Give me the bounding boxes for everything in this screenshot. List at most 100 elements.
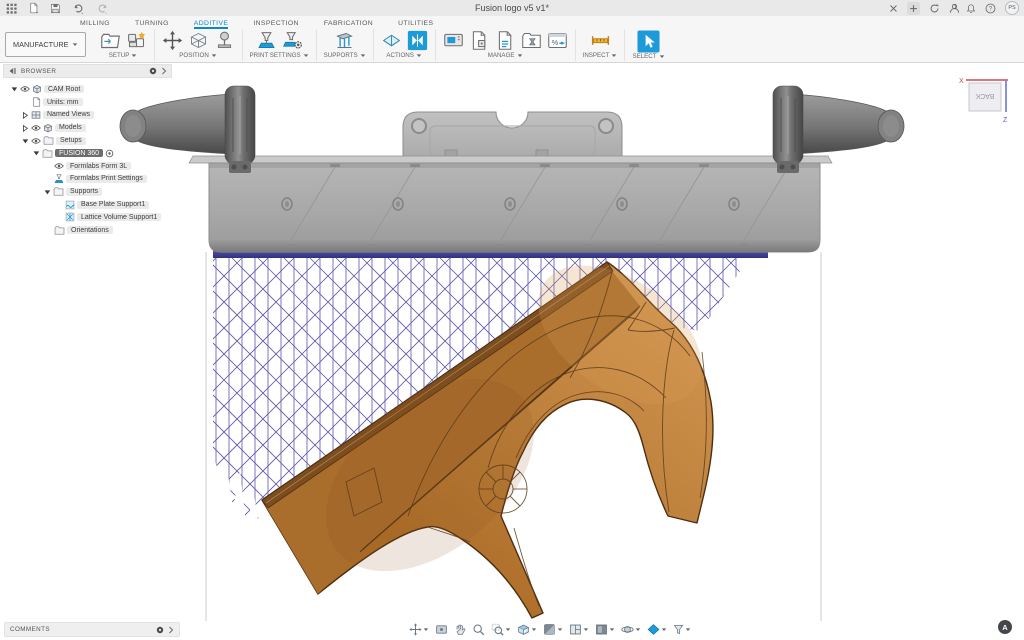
machine-library-icon[interactable] bbox=[443, 30, 464, 51]
pan-arrows-icon[interactable] bbox=[409, 623, 422, 636]
setup-machine-icon[interactable] bbox=[126, 30, 147, 51]
views-icon[interactable] bbox=[31, 110, 41, 120]
percent-window-icon[interactable]: % bbox=[547, 30, 568, 51]
browser-header[interactable]: BROWSER bbox=[3, 64, 172, 78]
layout-grid-icon[interactable] bbox=[569, 623, 582, 636]
avatar[interactable]: PS bbox=[1005, 1, 1019, 15]
look-at-icon[interactable] bbox=[435, 623, 448, 636]
nav-tool[interactable] bbox=[434, 622, 449, 637]
expand-chevron-icon[interactable] bbox=[161, 67, 167, 75]
nav-tool[interactable] bbox=[516, 622, 538, 637]
generate-book-icon[interactable] bbox=[381, 30, 402, 51]
tri-down-icon[interactable] bbox=[21, 137, 29, 145]
tri-down-icon[interactable] bbox=[32, 149, 40, 157]
printer-icon[interactable] bbox=[54, 174, 64, 184]
support-structure-icon[interactable] bbox=[334, 30, 355, 51]
selection-filter-icon[interactable] bbox=[673, 623, 684, 636]
folder-icon[interactable] bbox=[54, 226, 65, 235]
tri-right-icon[interactable] bbox=[21, 124, 29, 132]
orbit-icon[interactable] bbox=[621, 623, 634, 636]
toolbar-group-label[interactable]: MANAGE bbox=[488, 52, 523, 59]
build-platform[interactable] bbox=[120, 86, 904, 252]
browser-tree-row[interactable]: FUSION 360 bbox=[0, 147, 175, 160]
measure-ruler-icon[interactable] bbox=[590, 30, 611, 51]
feedback-badge[interactable]: A bbox=[998, 620, 1012, 634]
nav-tool[interactable] bbox=[672, 622, 692, 637]
manufacture-dropdown[interactable]: MANUFACTURE bbox=[5, 32, 86, 57]
browser-tree-row[interactable]: Base Plate Support1 bbox=[0, 198, 175, 211]
eye-icon[interactable] bbox=[54, 162, 64, 170]
browser-tree-row[interactable]: Orientations bbox=[0, 224, 175, 237]
notifications-icon[interactable] bbox=[966, 3, 976, 14]
zoom-magnifier-icon[interactable] bbox=[472, 623, 485, 636]
tri-right-icon[interactable] bbox=[21, 111, 29, 119]
collaborators[interactable]: 1 bbox=[949, 3, 957, 14]
nav-tool[interactable] bbox=[646, 622, 668, 637]
eye-icon[interactable] bbox=[31, 137, 41, 145]
eye-icon[interactable] bbox=[31, 124, 41, 132]
eye-icon[interactable] bbox=[20, 85, 30, 93]
browser-tree-row[interactable]: Supports bbox=[0, 185, 175, 198]
tri-down-icon[interactable] bbox=[10, 85, 18, 93]
tri-down-icon[interactable] bbox=[43, 188, 51, 196]
toolbar-group-label[interactable]: ACTIONS bbox=[386, 52, 422, 59]
simulate-slice-icon[interactable] bbox=[407, 30, 428, 51]
nav-tool[interactable] bbox=[471, 622, 486, 637]
support-base-icon[interactable] bbox=[65, 200, 75, 210]
toolbar-group-label[interactable]: POSITION bbox=[179, 52, 217, 59]
settings-dot-icon[interactable] bbox=[149, 67, 157, 75]
toolbar-group-label[interactable]: SELECT bbox=[632, 53, 664, 60]
viewports-icon[interactable] bbox=[595, 623, 608, 636]
move-arrows-icon[interactable] bbox=[162, 30, 183, 51]
nav-tool[interactable] bbox=[568, 622, 590, 637]
folder-icon[interactable] bbox=[53, 187, 64, 196]
toolbar-group-label[interactable]: INSPECT bbox=[583, 52, 618, 59]
select-cursor-icon[interactable] bbox=[637, 30, 660, 53]
expand-chevron-icon[interactable] bbox=[168, 626, 174, 634]
nav-tool[interactable] bbox=[594, 622, 616, 637]
nav-tool[interactable] bbox=[408, 622, 430, 637]
minimize-height-icon[interactable] bbox=[214, 30, 235, 51]
browser-tree-row[interactable]: Units: mm bbox=[0, 96, 175, 109]
nav-tool[interactable] bbox=[490, 622, 512, 637]
workspace-tab[interactable]: ADDITIVE bbox=[194, 20, 229, 29]
toolbar-group-label[interactable]: PRINT SETTINGS bbox=[250, 52, 309, 59]
pan-hand-icon[interactable] bbox=[454, 623, 466, 636]
browser-tree-row[interactable]: Formlabs Form 3L bbox=[0, 160, 175, 173]
workspace-tab[interactable]: FABRICATION bbox=[324, 20, 373, 29]
workspace-tab[interactable]: TURNING bbox=[135, 20, 169, 29]
work-plane-icon[interactable] bbox=[647, 623, 660, 636]
toolbar-group-label[interactable]: SUPPORTS bbox=[324, 52, 366, 59]
comments-bar[interactable]: COMMENTS bbox=[4, 622, 180, 637]
toolbar-group-label[interactable]: SETUP bbox=[109, 52, 138, 59]
cube-icon[interactable] bbox=[43, 123, 53, 133]
doc-icon[interactable] bbox=[32, 97, 41, 107]
doc-settings-icon[interactable] bbox=[495, 30, 516, 51]
workspace-tab[interactable]: UTILITIES bbox=[398, 20, 433, 29]
settings-dot-icon[interactable] bbox=[156, 626, 164, 634]
browser-tree-row[interactable]: Lattice Volume Support1 bbox=[0, 211, 175, 224]
help-icon[interactable]: ? bbox=[985, 3, 996, 14]
printer-gear-icon[interactable] bbox=[282, 30, 303, 51]
browser-tree-row[interactable]: CAM Root bbox=[0, 83, 175, 96]
platform-handle-right[interactable] bbox=[773, 86, 904, 173]
panel-collapse-icon[interactable] bbox=[8, 67, 17, 75]
shading-icon[interactable] bbox=[543, 623, 556, 636]
browser-tree-row[interactable]: Formlabs Print Settings bbox=[0, 173, 175, 186]
close-tab-icon[interactable] bbox=[889, 4, 898, 13]
job-status-icon[interactable] bbox=[929, 3, 940, 14]
nav-tool[interactable] bbox=[620, 622, 642, 637]
nav-tool[interactable] bbox=[542, 622, 564, 637]
folder-icon[interactable] bbox=[42, 149, 53, 158]
nav-tool[interactable] bbox=[453, 622, 467, 637]
zoom-window-icon[interactable] bbox=[491, 623, 504, 636]
cube-icon[interactable] bbox=[32, 84, 42, 94]
target-icon[interactable] bbox=[105, 149, 114, 158]
part-model[interactable] bbox=[262, 237, 727, 618]
new-tab-icon[interactable] bbox=[907, 2, 920, 15]
workspace-tab[interactable]: INSPECTION bbox=[253, 20, 299, 29]
workspace-tab[interactable]: MILLING bbox=[80, 20, 110, 29]
browser-tree-row[interactable]: Models bbox=[0, 121, 175, 134]
setup-folder-icon[interactable] bbox=[100, 30, 121, 51]
folder-hourglass-icon[interactable] bbox=[521, 30, 542, 51]
